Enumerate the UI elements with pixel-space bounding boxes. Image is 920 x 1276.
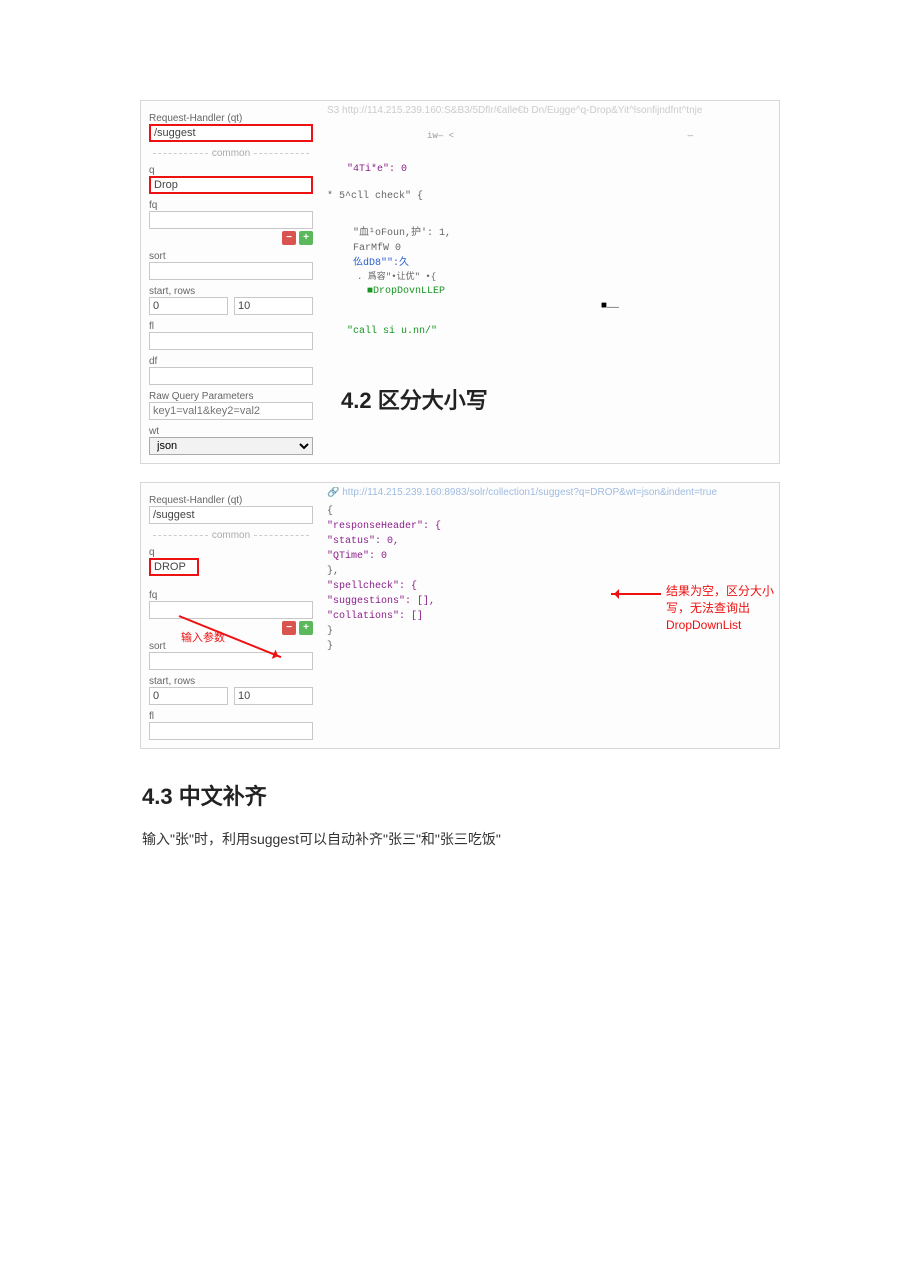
sort-label-2: sort: [149, 641, 313, 652]
resp-collations: "call si u.nn/": [327, 324, 773, 339]
remove-fq-icon-2[interactable]: −: [282, 621, 296, 635]
resp-dropdown: ■DropDovnLLEP: [327, 284, 773, 299]
paragraph-4-3: 输入"张"时，利用suggest可以自动补齐"张三"和"张三吃饭": [142, 829, 780, 849]
rh-input[interactable]: [149, 124, 313, 142]
screenshot-1: Request-Handler (qt) common q fq − + sor…: [140, 100, 780, 464]
query-panel-1: Request-Handler (qt) common q fq − + sor…: [141, 101, 321, 463]
wt-label: wt: [149, 426, 313, 437]
response-url: S3 http://114.215.239.160:S&B3/5Dflr/€al…: [327, 105, 773, 116]
rh-input-2[interactable]: [149, 506, 313, 524]
startrows-label-2: start, rows: [149, 676, 313, 687]
heading-4-3: 4.3 中文补齐: [142, 779, 780, 811]
rh-label: Request-Handler (qt): [149, 113, 313, 124]
start-input[interactable]: [149, 297, 228, 315]
rawq-input[interactable]: [149, 402, 313, 420]
q-input-2[interactable]: [149, 558, 199, 576]
add-fq-icon-2[interactable]: +: [299, 621, 313, 635]
common-divider-2: common: [149, 530, 313, 541]
q-label-2: q: [149, 547, 313, 558]
annotation-input-param: 输入参数: [181, 629, 225, 645]
query-panel-2: Request-Handler (qt) common q fq − + sor…: [141, 483, 321, 748]
frag-dash: —: [688, 130, 693, 144]
startrows-label: start, rows: [149, 286, 313, 297]
sort-input[interactable]: [149, 262, 313, 280]
fl-label-2: fl: [149, 711, 313, 722]
resp-qtime: "4Ti*e": 0: [347, 164, 407, 175]
arrow-right-icon: [611, 593, 661, 595]
response-panel-2: 🔗 http://114.215.239.160:8983/solr/colle…: [321, 483, 779, 748]
annotation-result-empty: 结果为空，区分大小写，无法查询出 DropDownList: [666, 583, 779, 633]
response-body: iw— < — "4Ti*e": 0 * 5^cll check" { "血¹o…: [327, 130, 773, 339]
sort-label: sort: [149, 251, 313, 262]
common-divider: common: [149, 148, 313, 159]
screenshot-2: Request-Handler (qt) common q fq − + sor…: [140, 482, 780, 749]
sort-input-2[interactable]: [149, 652, 313, 670]
rows-input[interactable]: [234, 297, 313, 315]
df-input[interactable]: [149, 367, 313, 385]
document-page: Request-Handler (qt) common q fq − + sor…: [0, 0, 920, 889]
start-input-2[interactable]: [149, 687, 228, 705]
add-fq-icon[interactable]: +: [299, 231, 313, 245]
resp-sugg: . 爲容"•让优" •{: [327, 271, 773, 285]
rows-input-2[interactable]: [234, 687, 313, 705]
resp-blk: ■……: [327, 299, 773, 314]
fq-label: fq: [149, 200, 313, 211]
q-label: q: [149, 165, 313, 176]
heading-4-2: 4.2 区分大小写: [341, 383, 488, 415]
fq-input-2[interactable]: [149, 601, 313, 619]
fq-buttons-2: − +: [149, 621, 313, 635]
wt-select[interactable]: json: [149, 437, 313, 455]
fq-label-2: fq: [149, 590, 313, 601]
fq-input[interactable]: [149, 211, 313, 229]
remove-fq-icon[interactable]: −: [282, 231, 296, 245]
fl-input[interactable]: [149, 332, 313, 350]
resp-spellcheck: * 5^cll check" {: [327, 189, 773, 204]
resp-numfound: "血¹oFoun,护': 1,: [327, 226, 773, 241]
rh-label-2: Request-Handler (qt): [149, 495, 313, 506]
rawq-label: Raw Query Parameters: [149, 391, 313, 402]
df-label: df: [149, 356, 313, 367]
fq-buttons: − +: [149, 231, 313, 245]
response-url-2: 🔗 http://114.215.239.160:8983/solr/colle…: [327, 487, 773, 498]
frag-iw: iw— <: [427, 130, 454, 144]
resp-fud: 仫dD8"":久: [327, 256, 773, 271]
fl-input-2[interactable]: [149, 722, 313, 740]
resp-farmfw: FarMfW 0: [327, 241, 773, 256]
q-input[interactable]: [149, 176, 313, 194]
fl-label: fl: [149, 321, 313, 332]
